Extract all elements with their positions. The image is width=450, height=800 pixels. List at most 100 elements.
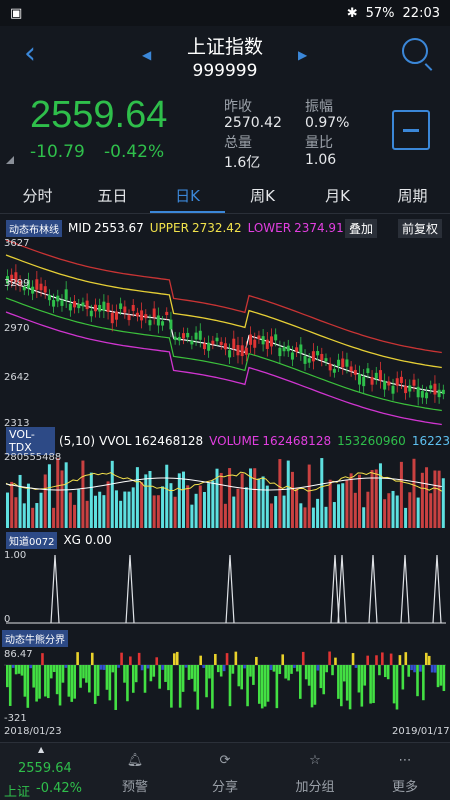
bb-bar-mark	[105, 665, 109, 690]
volume-bar-mark	[295, 488, 299, 528]
nav-share[interactable]: ⟳ 分享	[180, 743, 270, 800]
tab-daily-k[interactable]: 日K	[150, 180, 225, 213]
volume-bar-mark	[148, 471, 152, 528]
volume-bar-mark	[362, 507, 366, 528]
lower-label: LOWER	[247, 221, 292, 235]
bb-bar-mark	[117, 665, 120, 668]
candle-body	[98, 304, 102, 312]
bb-bar-mark	[416, 665, 419, 697]
candle-body	[416, 386, 420, 398]
nav-alert[interactable]: 🔔︎ 预警	[90, 743, 180, 800]
bb-bar-mark	[404, 652, 408, 665]
mini-quote[interactable]: ▲ 2559.64 上证 -0.42%	[0, 743, 90, 800]
volume-bar-mark	[52, 507, 56, 528]
candle-body	[202, 343, 206, 350]
bb-bar-mark	[26, 665, 30, 708]
bb-bar-mark	[102, 665, 106, 670]
bb-bar-mark	[257, 665, 261, 704]
bb-bar-mark	[281, 654, 285, 665]
candle-body	[110, 312, 114, 324]
bb-bar-mark	[35, 665, 38, 702]
xg-spike	[50, 554, 60, 624]
bb-bar-mark	[214, 653, 217, 665]
candle-body	[441, 389, 445, 395]
nav-more[interactable]: ⋯ 更多	[360, 743, 450, 800]
bull-bear-selector[interactable]: 动态牛熊分界	[2, 629, 68, 647]
volume-bar-mark	[135, 467, 139, 528]
bb-bar-mark	[173, 653, 176, 665]
kline-chart[interactable]	[0, 240, 450, 428]
volume-bar-mark	[182, 471, 185, 528]
tab-period[interactable]: 周期	[375, 180, 450, 213]
candle-body	[68, 303, 72, 311]
volume-bar-mark	[311, 507, 315, 528]
volume-bar-mark	[391, 490, 395, 528]
nav-add-group[interactable]: ☆ 加分组	[270, 743, 360, 800]
remove-watchlist-button[interactable]	[392, 110, 430, 150]
bb-bar-mark	[325, 665, 328, 673]
xg-spike	[432, 554, 442, 624]
bb-bar-mark	[249, 665, 252, 677]
star-icon: ☆	[309, 753, 321, 768]
volume-selector[interactable]: VOL-TDX	[6, 427, 55, 455]
nav-label: 分享	[211, 780, 238, 795]
next-stock-icon[interactable]: ▶	[298, 48, 307, 62]
bb-bar-mark	[275, 665, 279, 709]
tab-timeshare[interactable]: 分时	[0, 180, 75, 213]
volume-chart[interactable]	[0, 452, 450, 528]
volume-bar-mark	[64, 462, 68, 528]
candle-body	[73, 301, 77, 308]
volume-bar-mark	[60, 470, 64, 528]
prev-stock-icon[interactable]: ◀	[142, 48, 151, 62]
volume-bar-mark	[433, 470, 437, 528]
bull-bear-chart[interactable]	[0, 649, 450, 723]
volume-bar-mark	[290, 471, 294, 528]
candle-body	[249, 334, 253, 345]
candle-body	[56, 295, 60, 302]
bb-bar-mark	[304, 665, 308, 680]
bb-bar-mark	[234, 651, 238, 665]
volume-bar-mark	[110, 460, 114, 528]
bb-bar-mark	[427, 655, 431, 665]
bb-bar-mark	[413, 665, 416, 673]
stat-value: 2570.42	[224, 115, 282, 131]
volume-bar-mark	[240, 473, 244, 528]
adjust-button[interactable]: 前复权	[398, 219, 443, 238]
bb-bar-mark	[331, 665, 334, 676]
candle-body	[156, 315, 160, 326]
xg-selector[interactable]: 知道0072	[6, 531, 58, 549]
xg-chart[interactable]	[0, 551, 450, 625]
tab-weekly-k[interactable]: 周K	[225, 180, 300, 213]
candle-body	[337, 359, 341, 366]
candle-body	[362, 376, 366, 387]
candle-body	[328, 363, 332, 371]
share-icon: ⟳	[219, 753, 231, 768]
bollinger-bar: 动态布林线 MID 2553.67 UPPER 2732.42 LOWER 23…	[0, 219, 450, 237]
candle-body	[261, 336, 265, 345]
back-icon[interactable]: ‹	[24, 36, 36, 71]
candle-body	[219, 341, 223, 346]
volume-bar-mark	[261, 476, 265, 528]
candle-body	[165, 311, 169, 316]
bb-bar-mark	[381, 652, 384, 665]
candle-body	[286, 345, 290, 352]
volume-bar-mark	[228, 468, 232, 528]
bollinger-selector[interactable]: 动态布林线	[6, 219, 62, 237]
candle-body	[52, 300, 56, 307]
bb-bar-mark	[47, 665, 50, 699]
bb-bar-mark	[143, 665, 147, 693]
bb-bar-mark	[70, 665, 74, 702]
search-icon[interactable]	[402, 38, 428, 64]
volume-bar-mark	[341, 483, 345, 528]
overlay-button[interactable]: 叠加	[345, 219, 378, 238]
y-tick: 3299	[4, 278, 30, 289]
volume-bar-mark	[85, 500, 89, 528]
bb-bar-mark	[360, 665, 364, 707]
tab-monthly-k[interactable]: 月K	[300, 180, 375, 213]
tab-five-day[interactable]: 五日	[75, 180, 150, 213]
volume-bar-mark	[186, 485, 190, 528]
candle-body	[232, 338, 236, 349]
bb-bar-mark	[88, 665, 91, 693]
xg-value: 0.00	[84, 533, 112, 547]
candle-body	[236, 345, 240, 356]
